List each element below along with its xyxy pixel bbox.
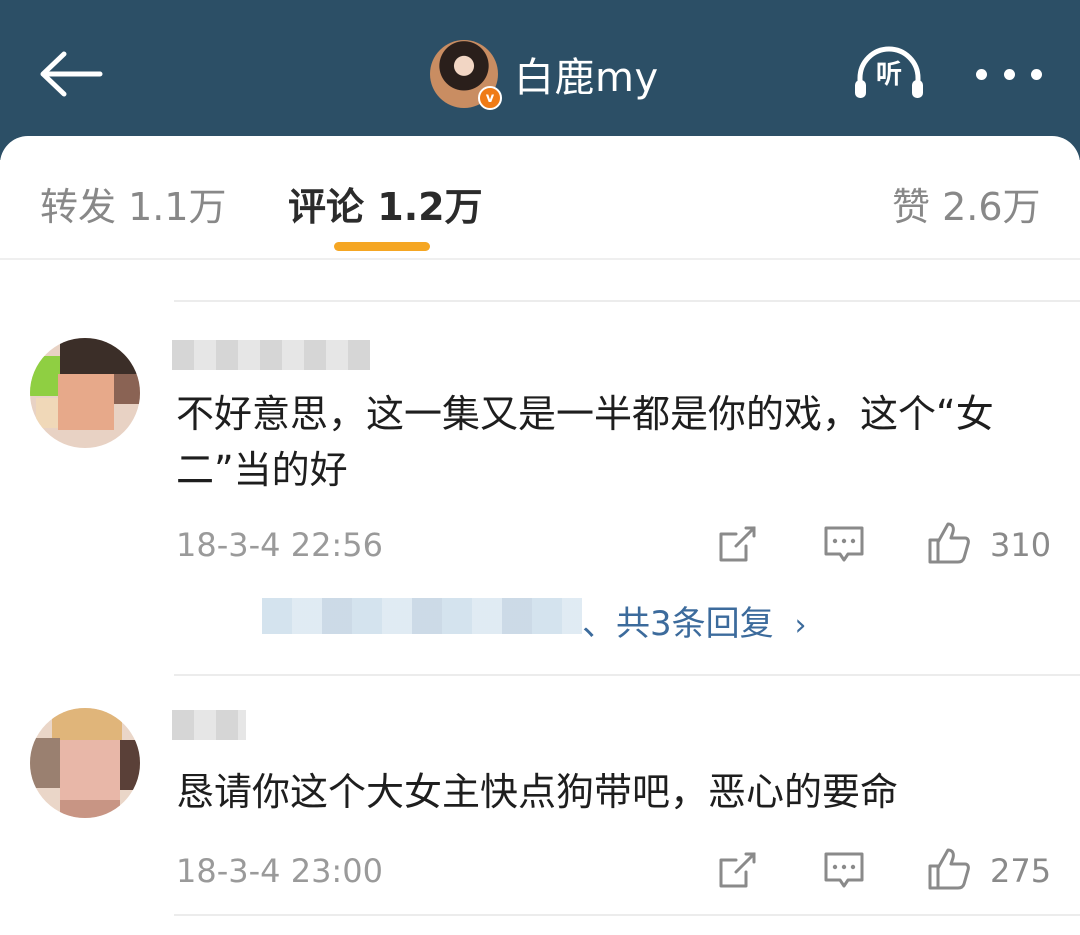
share-icon xyxy=(719,852,756,888)
profile-header[interactable]: v 白鹿my xyxy=(430,40,659,110)
divider xyxy=(174,300,1080,302)
commenter-username-blurred[interactable] xyxy=(172,710,246,740)
divider xyxy=(174,674,1080,676)
thumbs-up-icon xyxy=(928,848,970,890)
like-count: 310 xyxy=(990,526,1052,564)
tab-reposts[interactable]: 转发 1.1万 xyxy=(40,176,227,231)
more-dot xyxy=(1003,68,1015,80)
active-tab-indicator xyxy=(334,242,430,251)
comment-text: 不好意思，这一集又是一半都是你的戏，这个“女二”当的好 xyxy=(176,392,994,492)
tab-reposts-label: 转发 xyxy=(40,185,117,229)
comment-timestamp: 18-3-4 22:56 xyxy=(176,526,383,564)
tab-likes[interactable]: 赞 2.6万 xyxy=(892,176,1041,231)
repost-comment-button[interactable] xyxy=(716,850,758,896)
tab-likes-count: 2.6万 xyxy=(942,185,1041,229)
thumbs-up-icon xyxy=(928,522,970,564)
tab-comments-label: 评论 xyxy=(288,185,365,229)
tab-bar: 转发 1.1万 评论 1.2万 赞 2.6万 xyxy=(0,136,1080,260)
view-replies-link[interactable]: 、共3条回复 › xyxy=(582,596,806,645)
more-dots-icon xyxy=(976,68,987,80)
comment-icon xyxy=(824,526,864,562)
more-button[interactable] xyxy=(976,62,1042,86)
tab-comments[interactable]: 评论 1.2万 xyxy=(288,176,483,231)
comment-timestamp: 18-3-4 23:00 xyxy=(176,852,383,890)
reply-comment-button[interactable] xyxy=(822,850,866,896)
comment-text: 恳请你这个大女主快点狗带吧，恶心的要命 xyxy=(176,770,899,814)
profile-username[interactable]: 白鹿my xyxy=(514,45,659,103)
replies-summary: 、共3条回复 xyxy=(582,604,774,644)
like-count: 275 xyxy=(990,852,1052,890)
commenter-avatar-blurred[interactable] xyxy=(30,338,140,448)
tabs-divider xyxy=(0,258,1080,260)
like-comment-button[interactable] xyxy=(926,846,972,896)
more-dot xyxy=(1031,68,1042,80)
comment-icon xyxy=(824,852,864,888)
share-icon xyxy=(719,526,756,562)
commenter-avatar-blurred[interactable] xyxy=(30,708,140,818)
like-comment-button[interactable] xyxy=(926,520,972,570)
commenter-username-blurred[interactable] xyxy=(172,340,370,370)
tab-comments-count: 1.2万 xyxy=(377,185,483,229)
reply-preview-blurred[interactable] xyxy=(262,598,582,634)
tab-likes-label: 赞 xyxy=(892,185,931,229)
listen-label: 听 xyxy=(875,60,902,90)
back-button[interactable] xyxy=(38,50,104,98)
chevron-right-icon: › xyxy=(794,608,807,643)
listen-button[interactable]: 听 xyxy=(852,44,926,100)
avatar[interactable]: v xyxy=(430,40,502,110)
repost-comment-button[interactable] xyxy=(716,524,758,570)
back-arrow-icon xyxy=(40,51,103,97)
tab-reposts-count: 1.1万 xyxy=(128,185,227,229)
verified-badge: v xyxy=(478,86,502,110)
reply-comment-button[interactable] xyxy=(822,524,866,570)
divider xyxy=(174,914,1080,916)
